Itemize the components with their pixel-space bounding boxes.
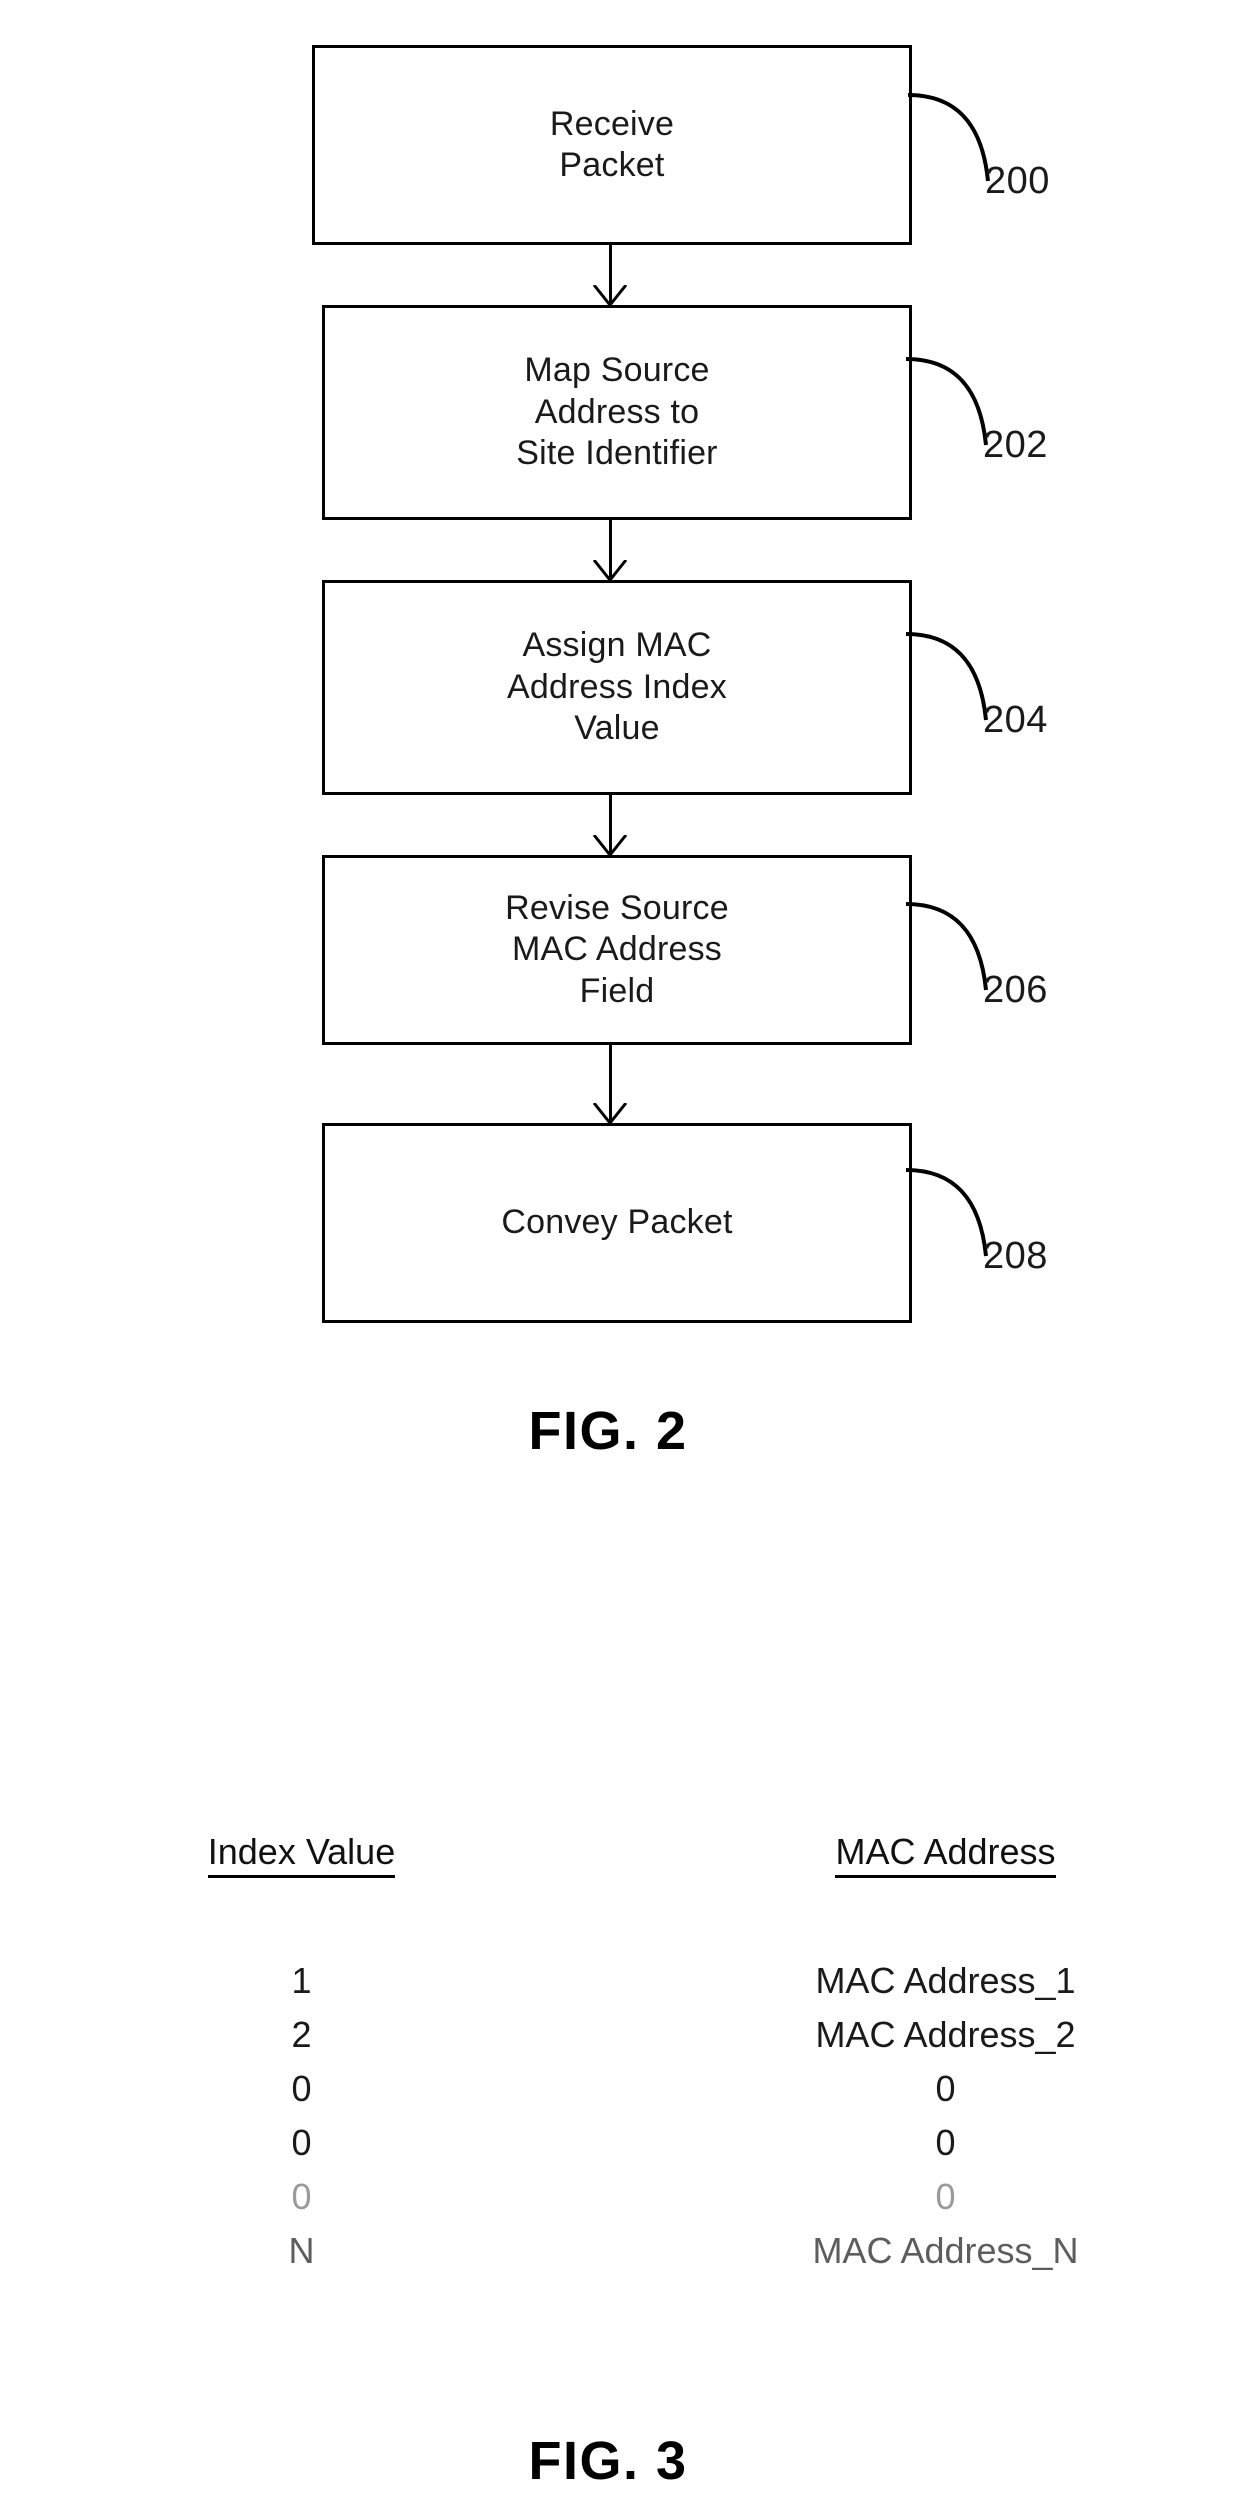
column-spacer bbox=[543, 1830, 681, 1954]
flow-step-label: Convey Packet bbox=[501, 1203, 733, 1242]
table-row: 0 0 bbox=[60, 2062, 1210, 2116]
cell-index-value: 0 bbox=[291, 2122, 312, 2163]
arrowhead-icon-1 bbox=[592, 285, 628, 307]
reference-number-206: 206 bbox=[983, 969, 1048, 1011]
flow-step-label: Revise Source MAC Address Field bbox=[505, 888, 729, 1010]
reference-number-200: 200 bbox=[985, 160, 1050, 202]
leader-line-200 bbox=[908, 93, 990, 182]
cell-index-value: N bbox=[288, 2230, 315, 2271]
cell-index-value: 1 bbox=[291, 1960, 312, 2001]
cell-mac-address: 0 bbox=[935, 2176, 956, 2217]
table-row: 1 MAC Address_1 bbox=[60, 1954, 1210, 2008]
reference-number-204: 204 bbox=[983, 699, 1048, 741]
cell-index-value: 0 bbox=[291, 2068, 312, 2109]
table-row: N MAC Address_N bbox=[60, 2224, 1210, 2278]
cell-spacer bbox=[543, 2170, 681, 2224]
cell-index-value: 0 bbox=[291, 2176, 312, 2217]
figure-2: Receive Packet 200 Map Source Address to… bbox=[0, 0, 1256, 1500]
arrowhead-icon-3 bbox=[592, 835, 628, 857]
figure-2-caption: FIG. 2 bbox=[528, 1401, 688, 1461]
cell-spacer bbox=[543, 2008, 681, 2062]
reference-number-202: 202 bbox=[983, 424, 1048, 466]
figure-3: Index Value MAC Address 1 MAC Address_1 … bbox=[0, 1790, 1256, 2518]
cell-mac-address: MAC Address_1 bbox=[815, 1960, 1076, 2001]
flow-step-label: Assign MAC Address Index Value bbox=[507, 626, 727, 748]
column-header-mac-address-label: MAC Address bbox=[835, 1831, 1056, 1878]
figure-3-caption: FIG. 3 bbox=[528, 2431, 688, 2491]
flow-step-label: Map Source Address to Site Identifier bbox=[516, 351, 718, 473]
cell-index-value: 2 bbox=[291, 2014, 312, 2055]
leader-line-206 bbox=[906, 902, 988, 991]
leader-line-204 bbox=[906, 632, 988, 721]
cell-spacer bbox=[543, 1954, 681, 2008]
index-value-mac-address-table: Index Value MAC Address 1 MAC Address_1 … bbox=[60, 1830, 1210, 2278]
flow-step-receive-packet: Receive Packet bbox=[312, 45, 912, 245]
cell-spacer bbox=[543, 2224, 681, 2278]
flow-step-map-source-address: Map Source Address to Site Identifier bbox=[322, 305, 912, 520]
flow-step-label: Receive Packet bbox=[549, 104, 675, 184]
reference-number-208: 208 bbox=[983, 1235, 1048, 1277]
flow-step-revise-source-mac: Revise Source MAC Address Field bbox=[322, 855, 912, 1045]
cell-mac-address: MAC Address_N bbox=[812, 2230, 1079, 2271]
table-row: 0 0 bbox=[60, 2170, 1210, 2224]
cell-mac-address: 0 bbox=[935, 2068, 956, 2109]
table-header-row: Index Value MAC Address bbox=[60, 1830, 1210, 1954]
arrowhead-icon-2 bbox=[592, 560, 628, 582]
flow-step-assign-mac-index: Assign MAC Address Index Value bbox=[322, 580, 912, 795]
leader-line-202 bbox=[906, 357, 988, 446]
table-row: 0 0 bbox=[60, 2116, 1210, 2170]
flow-step-convey-packet: Convey Packet bbox=[322, 1123, 912, 1323]
arrowhead-icon-4 bbox=[592, 1103, 628, 1125]
cell-mac-address: 0 bbox=[935, 2122, 956, 2163]
column-header-index-value-label: Index Value bbox=[207, 1831, 396, 1878]
column-header-mac-address: MAC Address bbox=[681, 1830, 1210, 1954]
cell-spacer bbox=[543, 2116, 681, 2170]
column-header-index-value: Index Value bbox=[60, 1830, 543, 1954]
table-row: 2 MAC Address_2 bbox=[60, 2008, 1210, 2062]
cell-spacer bbox=[543, 2062, 681, 2116]
leader-line-208 bbox=[906, 1168, 988, 1257]
cell-mac-address: MAC Address_2 bbox=[815, 2014, 1076, 2055]
